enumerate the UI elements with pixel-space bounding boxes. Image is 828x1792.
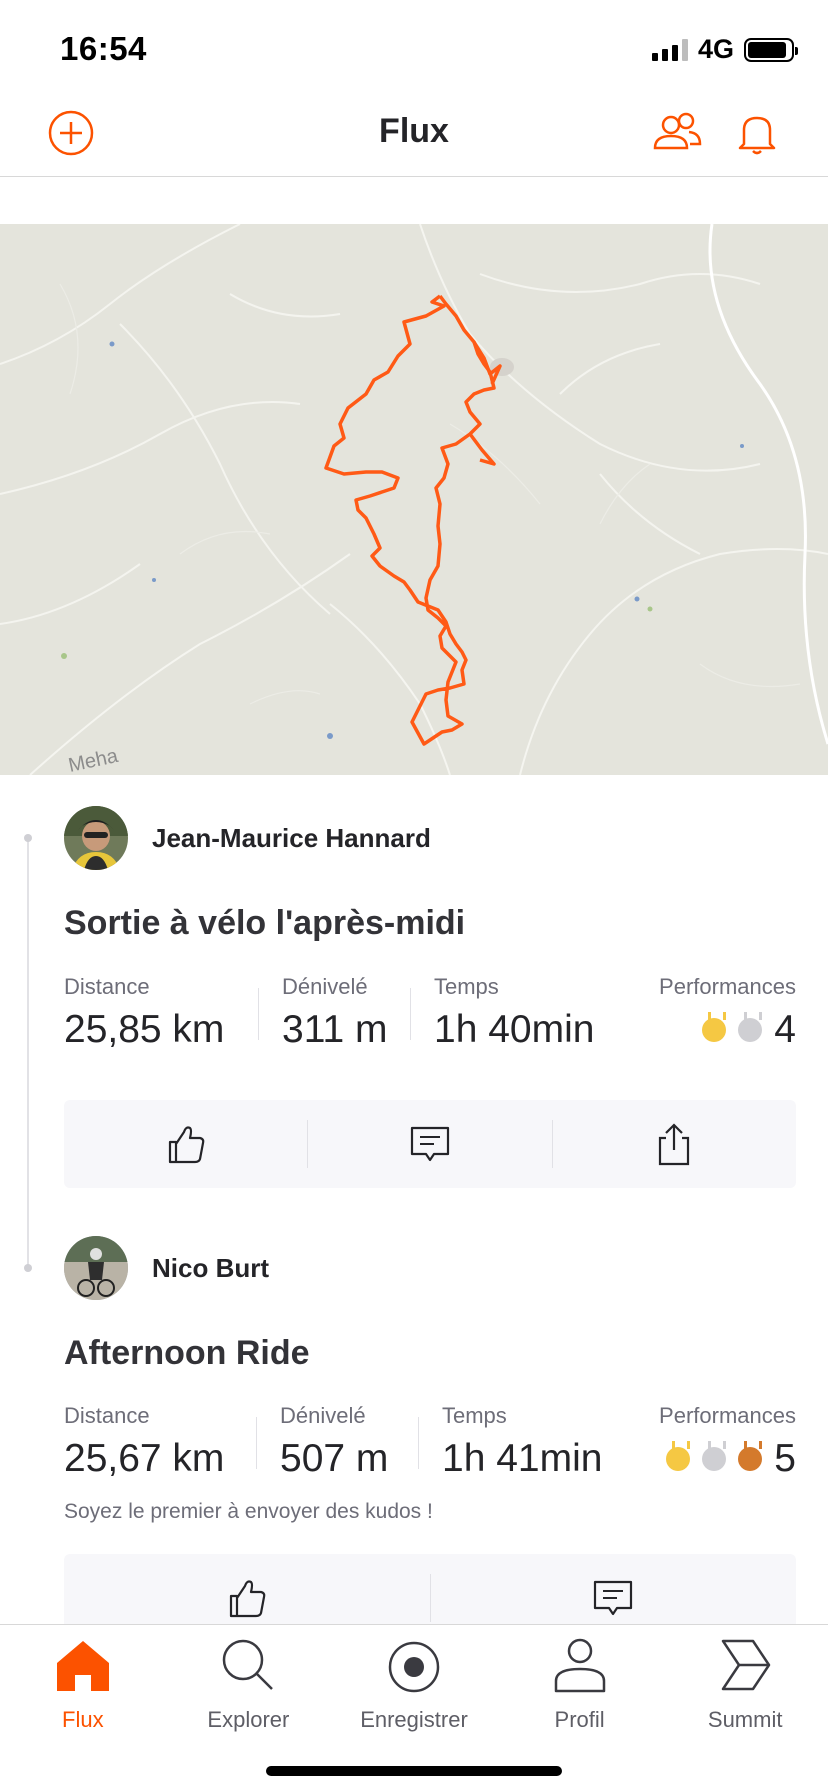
stat-distance: Distance 25,85 km [64,974,224,1052]
gold-medal-icon [702,1018,727,1042]
search-icon [223,1639,274,1690]
network-type: 4G [697,34,734,64]
avatar[interactable] [64,806,128,870]
avatar-image [64,806,128,870]
stat-performances[interactable]: Performances 5 [659,1403,796,1481]
performance-medals: 4 [659,1008,796,1052]
divider [418,1417,419,1469]
stat-label: Dénivelé [282,974,368,999]
activity-map[interactable]: Meha [0,224,828,775]
stat-label: Dénivelé [280,1403,366,1428]
home-icon [56,1641,109,1691]
tab-label: Explorer [207,1707,290,1732]
stat-label: Distance [64,974,150,999]
stat-value: 25,67 km [64,1437,225,1480]
share-button[interactable] [553,1100,796,1188]
tab-label: Enregistrer [360,1707,468,1732]
athlete-name[interactable]: Nico Burt [152,1253,269,1284]
tab-flux[interactable]: Flux [0,1625,166,1792]
divider [258,988,259,1040]
performance-count: 4 [774,1008,796,1051]
stat-value: 507 m [280,1437,389,1480]
performance-medals: 5 [659,1437,796,1481]
avatar[interactable] [64,1236,128,1300]
stat-label: Performances [659,1403,796,1428]
signal-icon [651,38,688,61]
stat-label: Temps [442,1403,507,1428]
tab-summit[interactable]: Summit [662,1625,828,1792]
tab-label: Profil [554,1707,605,1732]
timeline-dot [24,834,32,842]
bell-icon [738,116,776,155]
stat-distance: Distance 25,67 km [64,1403,224,1481]
stat-time: Temps 1h 40min [434,974,594,1052]
thumbs-up-icon [168,1126,204,1164]
tab-label: Summit [707,1707,783,1732]
stat-value: 25,85 km [64,1008,225,1051]
athlete-name[interactable]: Jean-Maurice Hannard [152,823,431,854]
feed-timeline [27,838,29,1268]
battery-icon [744,37,798,62]
share-icon [659,1123,690,1166]
tab-label: Flux [62,1707,104,1732]
stat-value: 1h 40min [434,1008,595,1051]
stat-performances[interactable]: Performances 4 [659,974,796,1052]
divider [256,1417,257,1469]
activity-title[interactable]: Afternoon Ride [64,1334,310,1373]
find-friends-button[interactable] [650,108,704,158]
comment-icon [594,1580,633,1616]
activity-actions [64,1100,796,1188]
stat-value: 1h 41min [442,1437,603,1480]
bronze-medal-icon [738,1447,763,1471]
status-time: 16:54 [60,30,147,67]
top-header: Flux [0,92,828,177]
athlete-header[interactable]: Nico Burt [64,1236,269,1300]
performance-count: 5 [774,1437,796,1480]
kudos-button[interactable] [64,1100,307,1188]
stat-label: Performances [659,974,796,999]
kudos-prompt: Soyez le premier à envoyer des kudos ! [64,1500,433,1523]
avatar-image [64,1236,128,1300]
stat-label: Temps [434,974,499,999]
stat-elevation: Dénivelé 311 m [282,974,388,1052]
stat-elevation: Dénivelé 507 m [280,1403,388,1481]
summit-icon [721,1639,771,1691]
comment-icon [410,1126,450,1162]
people-icon [653,112,702,150]
silver-medal-icon [702,1447,727,1471]
athlete-header[interactable]: Jean-Maurice Hannard [64,806,431,870]
comment-button[interactable] [308,1100,551,1188]
divider [410,988,411,1040]
status-bar: 16:54 4G [0,0,828,92]
activity-title[interactable]: Sortie à vélo l'après-midi [64,904,465,943]
profile-icon [554,1638,605,1693]
silver-medal-icon [738,1018,763,1042]
route-map: Meha [0,224,828,775]
notifications-button[interactable] [732,108,782,158]
stat-time: Temps 1h 41min [442,1403,602,1481]
timeline-dot [24,1264,32,1272]
thumbs-up-icon [229,1580,266,1618]
status-indicators: 4G [651,34,798,65]
gold-medal-icon [666,1447,691,1471]
home-indicator[interactable] [266,1766,562,1776]
stat-value: 311 m [282,1008,388,1051]
record-icon [388,1641,440,1693]
stat-label: Distance [64,1403,150,1428]
